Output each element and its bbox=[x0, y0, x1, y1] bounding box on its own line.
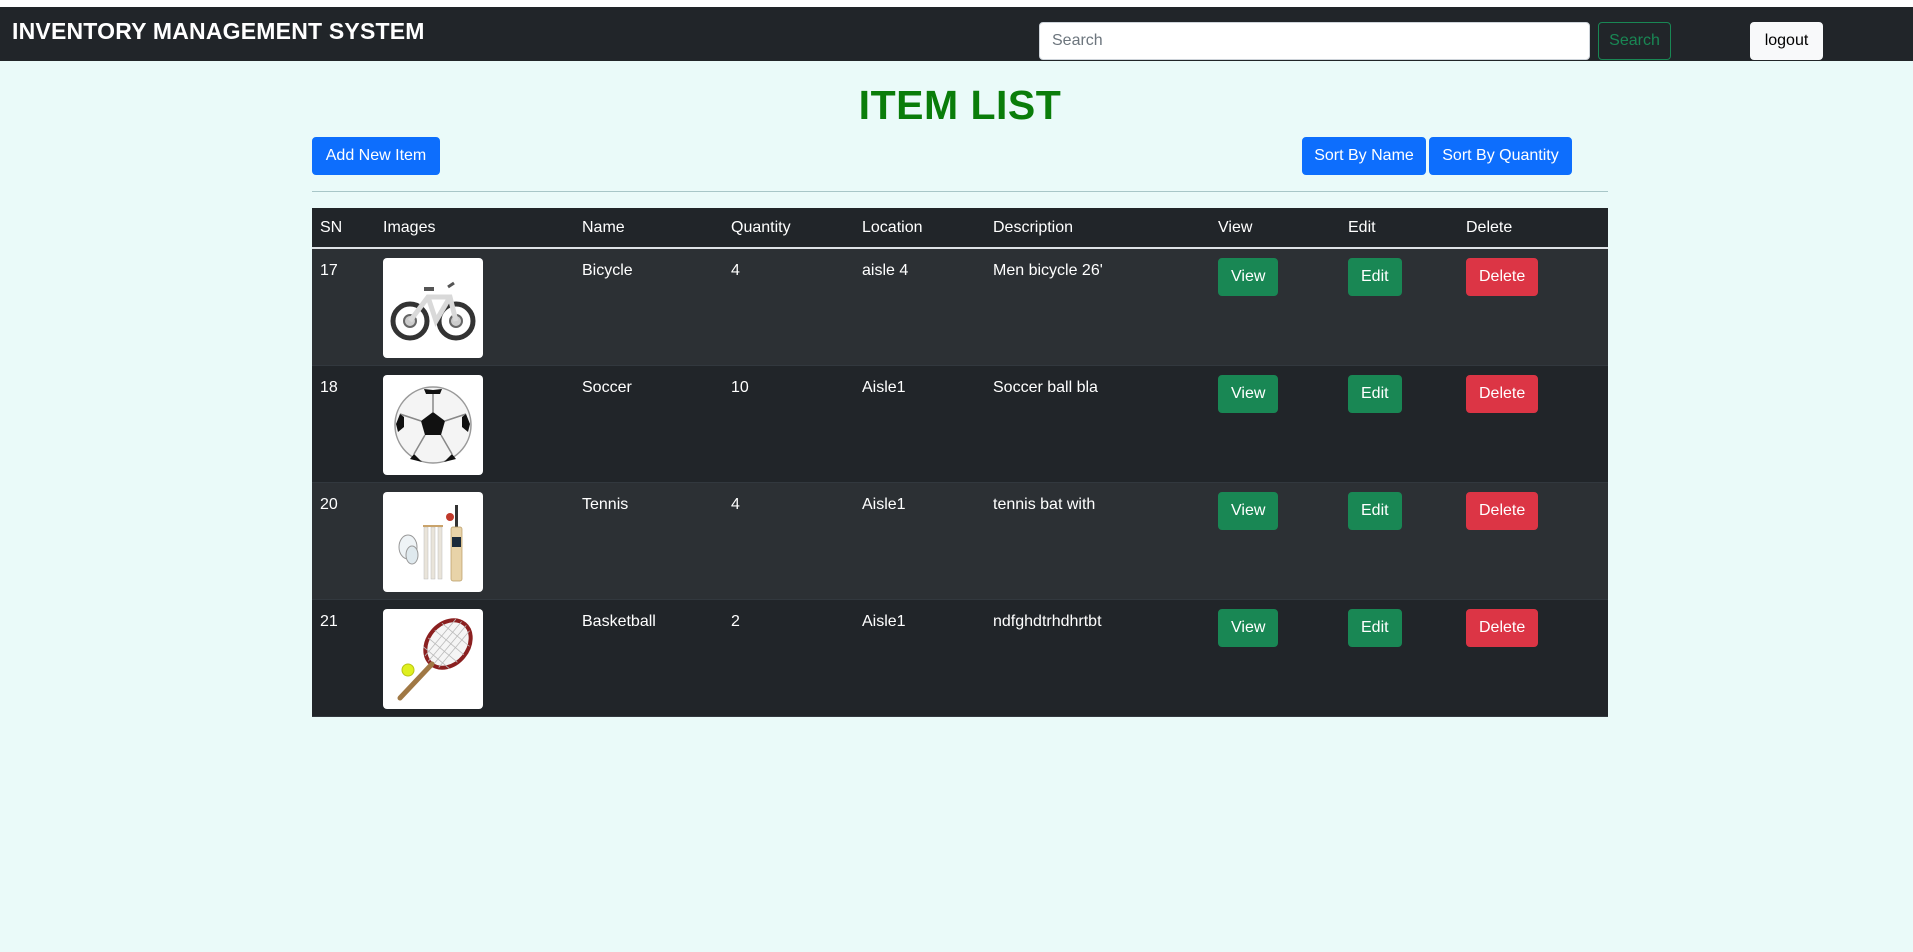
header-description: Description bbox=[993, 218, 1074, 236]
item-table: SN Images Name Quantity Location Descrip… bbox=[312, 208, 1608, 717]
sort-by-quantity-button[interactable]: Sort By Quantity bbox=[1429, 137, 1572, 175]
cell-quantity: 4 bbox=[731, 262, 740, 279]
header-delete: Delete bbox=[1466, 218, 1513, 236]
table-row: 20 Tennis 4 Aisle1 tennis bat with View … bbox=[312, 482, 1608, 599]
cell-quantity: 10 bbox=[731, 378, 749, 396]
edit-button[interactable]: Edit bbox=[1348, 374, 1402, 413]
cell-sn: 17 bbox=[320, 262, 338, 279]
table-header-row: SN Images Name Quantity Location Descrip… bbox=[312, 208, 1608, 248]
delete-button[interactable]: Delete bbox=[1466, 491, 1539, 530]
search-input[interactable] bbox=[1039, 22, 1590, 60]
cell-sn: 21 bbox=[320, 612, 338, 630]
table-row: 17 Bicycle 4 aisle 4 Men bicycle 26' Vie… bbox=[312, 248, 1608, 365]
header-images: Images bbox=[383, 218, 436, 236]
top-strip bbox=[0, 0, 1913, 7]
cell-description: Men bicycle 26' bbox=[993, 262, 1103, 279]
cell-name: Tennis bbox=[582, 495, 629, 513]
table-row: 18 Soccer 10 Aisle1 Soccer ball bla View… bbox=[312, 365, 1608, 482]
header-quantity: Quantity bbox=[731, 218, 791, 236]
cricket-kit-image bbox=[383, 491, 483, 592]
cell-name: Basketball bbox=[582, 612, 656, 630]
table-row: 21 Basketball 2 Aisle1 ndfghdtrhdhrtbt V… bbox=[312, 599, 1608, 716]
view-button[interactable]: View bbox=[1218, 491, 1279, 530]
header-sn: SN bbox=[320, 218, 343, 236]
edit-button[interactable]: Edit bbox=[1348, 491, 1402, 530]
cell-quantity: 2 bbox=[731, 612, 740, 630]
cell-location: Aisle1 bbox=[862, 612, 906, 630]
header-location: Location bbox=[862, 218, 923, 236]
brand-title[interactable]: INVENTORY MANAGEMENT SYSTEM bbox=[12, 18, 425, 45]
page-title: ITEM LIST bbox=[858, 82, 1062, 128]
cell-description: tennis bat with bbox=[993, 495, 1096, 513]
view-button[interactable]: View bbox=[1218, 374, 1279, 413]
view-button[interactable]: View bbox=[1218, 258, 1279, 296]
edit-button[interactable]: Edit bbox=[1348, 258, 1402, 296]
search-button[interactable]: Search bbox=[1598, 22, 1671, 60]
delete-button[interactable]: Delete bbox=[1466, 608, 1539, 647]
delete-button[interactable]: Delete bbox=[1466, 258, 1539, 296]
divider bbox=[312, 191, 1608, 192]
header-name: Name bbox=[582, 218, 625, 236]
cell-description: ndfghdtrhdhrtbt bbox=[993, 612, 1102, 630]
sort-by-name-button[interactable]: Sort By Name bbox=[1302, 137, 1426, 175]
cell-name: Bicycle bbox=[582, 262, 633, 279]
cell-location: Aisle1 bbox=[862, 495, 906, 513]
view-button[interactable]: View bbox=[1218, 608, 1279, 647]
add-new-item-button[interactable]: Add New Item bbox=[312, 137, 440, 175]
cell-quantity: 4 bbox=[731, 495, 740, 513]
header-view: View bbox=[1218, 218, 1253, 236]
cell-location: Aisle1 bbox=[862, 378, 906, 396]
header-edit: Edit bbox=[1348, 218, 1376, 236]
bicycle-image bbox=[383, 258, 483, 358]
logout-button[interactable]: logout bbox=[1750, 22, 1823, 60]
cell-description: Soccer ball bla bbox=[993, 378, 1098, 396]
tennis-racket-image bbox=[383, 608, 483, 709]
cell-sn: 20 bbox=[320, 495, 338, 513]
edit-button[interactable]: Edit bbox=[1348, 608, 1402, 647]
cell-location: aisle 4 bbox=[862, 262, 909, 279]
cell-name: Soccer bbox=[582, 378, 632, 396]
delete-button[interactable]: Delete bbox=[1466, 374, 1539, 413]
navbar: INVENTORY MANAGEMENT SYSTEM Search logou… bbox=[0, 7, 1913, 61]
soccer-ball-image bbox=[383, 374, 483, 475]
cell-sn: 18 bbox=[320, 378, 338, 396]
